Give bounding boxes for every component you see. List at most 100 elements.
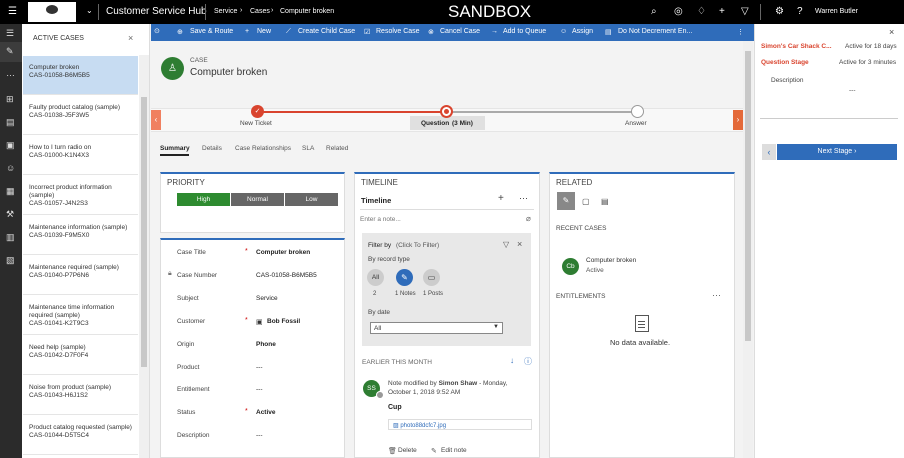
field-value[interactable]: ---: [256, 364, 263, 371]
resolve-case-button[interactable]: Resolve Case: [376, 28, 420, 35]
attachment-link[interactable]: ▨ photo88dcfc7.jpg: [388, 419, 532, 430]
contact-icon[interactable]: ☺: [6, 163, 15, 173]
delete-button[interactable]: Delete: [398, 447, 417, 454]
scrollbar[interactable]: [139, 55, 149, 458]
task-icon[interactable]: ◎: [674, 6, 683, 17]
search-icon[interactable]: ⌕: [651, 6, 657, 17]
tab-related[interactable]: Related: [326, 145, 348, 152]
cancel-case-button[interactable]: Cancel Case: [440, 28, 480, 35]
new-button[interactable]: New: [257, 28, 271, 35]
tab-summary[interactable]: Summary: [160, 145, 190, 152]
attachment-icon[interactable]: ⌀: [526, 214, 531, 223]
case-list-item[interactable]: Incorrect product information (sample) CA…: [23, 176, 138, 215]
field-value[interactable]: Service: [256, 295, 278, 302]
trash-icon[interactable]: 🗑︎: [388, 447, 397, 455]
main-scrollbar[interactable]: [743, 41, 753, 458]
dashboard-icon[interactable]: ⊞: [6, 94, 14, 105]
case-list-item[interactable]: Noise from product (sample) CAS-01043-H6J…: [23, 376, 138, 415]
app-title[interactable]: Customer Service Hub: [106, 6, 207, 17]
case-list-item[interactable]: Need help (sample) CAS-01042-D7F0F4: [23, 336, 138, 375]
all-filter-button[interactable]: All: [367, 269, 384, 286]
active-stage-marker[interactable]: [440, 105, 453, 118]
stage-marker-answer[interactable]: [631, 105, 644, 118]
date-select[interactable]: All ▼: [370, 322, 503, 334]
add-to-queue-button[interactable]: Add to Queue: [503, 28, 546, 35]
case-list-item[interactable]: Product catalog requested (sample) CAS-01…: [23, 416, 138, 455]
back-icon[interactable]: ⊙: [151, 24, 165, 41]
account-link[interactable]: Simon's Car Shack C...: [761, 43, 832, 50]
tab-sla[interactable]: SLA: [302, 145, 314, 152]
close-icon[interactable]: ×: [889, 27, 894, 37]
create-child-case-button[interactable]: Create Child Case: [298, 28, 355, 35]
edit-note-button[interactable]: Edit note: [441, 447, 467, 454]
tab-details[interactable]: Details: [202, 145, 222, 152]
case-list-item[interactable]: Maintenance required (sample) CAS-01040-P…: [23, 256, 138, 295]
previous-stage-button[interactable]: ‹: [762, 144, 776, 160]
more-icon[interactable]: ⋮: [737, 28, 744, 36]
case-list-item[interactable]: Computer broken CAS-01058-B6M5B5: [23, 56, 138, 95]
field-value[interactable]: Bob Fossil: [267, 318, 300, 325]
wrench-icon[interactable]: ✎: [557, 192, 575, 210]
gear-icon[interactable]: ⚙: [775, 6, 784, 17]
knowledge-icon[interactable]: ▥: [6, 232, 15, 243]
more-icon[interactable]: …: [6, 68, 15, 78]
more-icon[interactable]: ⋯: [712, 290, 721, 301]
entry-author[interactable]: Simon Shaw: [439, 380, 478, 387]
field-value[interactable]: ---: [256, 386, 263, 393]
filter-icon[interactable]: ▽: [503, 240, 509, 249]
user-name[interactable]: Warren Butler: [815, 8, 858, 15]
sort-icon[interactable]: ↓: [510, 356, 514, 365]
save-route-button[interactable]: Save & Route: [190, 28, 233, 35]
chevron-left-icon[interactable]: ‹: [151, 110, 161, 130]
knowledge-icon[interactable]: ▢: [582, 197, 590, 206]
priority-high-button[interactable]: High: [177, 193, 230, 206]
case-list-item[interactable]: Maintenance information (sample) CAS-0103…: [23, 216, 138, 255]
hamburger-icon[interactable]: ☰: [6, 28, 14, 39]
note-input[interactable]: [360, 212, 520, 227]
field-value[interactable]: Computer broken: [256, 249, 310, 256]
edit-icon[interactable]: ✎: [431, 447, 437, 455]
filter-icon[interactable]: ▽: [741, 6, 749, 17]
breadcrumb-cases[interactable]: Cases: [250, 8, 270, 15]
report-icon[interactable]: ▤: [601, 197, 609, 206]
field-value[interactable]: ---: [256, 432, 263, 439]
case-list-item[interactable]: Faulty product catalog (sample) CAS-01038…: [23, 96, 138, 135]
priority-normal-button[interactable]: Normal: [231, 193, 284, 206]
add-icon[interactable]: +: [498, 193, 504, 204]
help-icon[interactable]: ?: [797, 6, 803, 17]
check-icon[interactable]: ✓: [251, 105, 264, 118]
list-icon[interactable]: ▣: [6, 140, 15, 151]
assign-button[interactable]: Assign: [572, 28, 593, 35]
stage-new-ticket[interactable]: New Ticket: [240, 120, 272, 127]
breadcrumb-service[interactable]: Service: [214, 8, 237, 15]
info-icon[interactable]: ⓘ: [524, 356, 532, 367]
priority-low-button[interactable]: Low: [285, 193, 338, 206]
stage-question[interactable]: Question: [421, 120, 449, 127]
add-icon[interactable]: +: [719, 6, 725, 17]
queue-icon[interactable]: ▦: [6, 186, 15, 197]
case-icon[interactable]: ✎: [6, 46, 14, 57]
field-value[interactable]: CAS-01058-B6M5B5: [256, 272, 317, 279]
activity-icon[interactable]: ▤: [6, 117, 15, 128]
report-icon[interactable]: ▧: [6, 255, 15, 266]
field-value[interactable]: Phone: [256, 341, 276, 348]
filter-hint[interactable]: (Click To Filter): [396, 242, 439, 249]
tools-icon[interactable]: ⚒: [6, 209, 14, 220]
next-stage-button[interactable]: Next Stage ›: [777, 144, 897, 160]
close-icon[interactable]: ×: [128, 33, 133, 43]
field-value[interactable]: Active: [256, 409, 276, 416]
recent-case-title[interactable]: Computer broken: [586, 257, 636, 264]
close-icon[interactable]: ×: [517, 239, 522, 249]
case-list-item[interactable]: How to I turn radio on CAS-01000-K1N4X3: [23, 136, 138, 175]
notes-filter-icon[interactable]: ✎: [396, 269, 413, 286]
description-value[interactable]: ---: [849, 87, 856, 94]
posts-filter-icon[interactable]: ▭: [423, 269, 440, 286]
more-icon[interactable]: ⋯: [519, 193, 528, 204]
case-list-item[interactable]: Maintenance time information required (s…: [23, 296, 138, 335]
do-not-decrement-button[interactable]: Do Not Decrement En...: [618, 28, 692, 35]
chevron-down-icon[interactable]: ⌄: [86, 6, 93, 15]
tab-case-relationships[interactable]: Case Relationships: [235, 145, 291, 152]
lightbulb-icon[interactable]: ♢: [697, 6, 706, 17]
stage-answer[interactable]: Answer: [625, 120, 647, 127]
hamburger-icon[interactable]: ☰: [8, 6, 17, 17]
